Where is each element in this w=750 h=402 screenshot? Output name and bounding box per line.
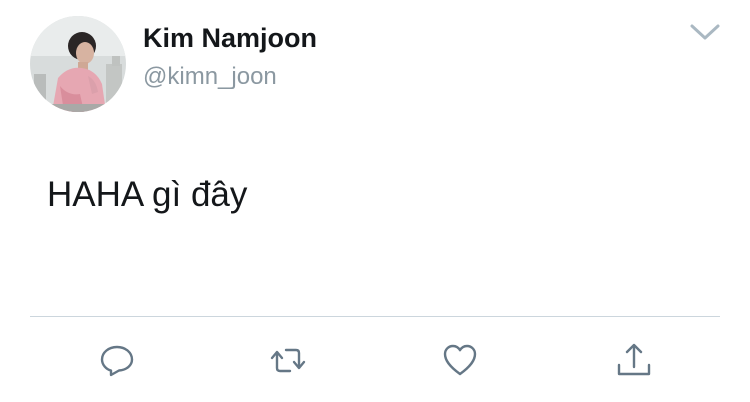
share-icon: [617, 343, 651, 376]
retweet-icon: [270, 348, 306, 373]
chevron-down-icon[interactable]: [688, 18, 722, 46]
avatar-photo: [30, 16, 126, 112]
author-handle[interactable]: @kimn_joon: [143, 60, 277, 94]
avatar[interactable]: [30, 16, 126, 112]
retweet-button[interactable]: [268, 340, 308, 380]
reply-button[interactable]: [97, 340, 137, 380]
author-name[interactable]: Kim Namjoon: [143, 20, 317, 56]
divider: [30, 316, 720, 317]
share-button[interactable]: [614, 340, 654, 380]
reply-icon: [100, 345, 134, 377]
like-button[interactable]: [440, 340, 480, 380]
tweet-text: HAHA gì đây: [47, 175, 248, 214]
heart-icon: [443, 344, 477, 376]
